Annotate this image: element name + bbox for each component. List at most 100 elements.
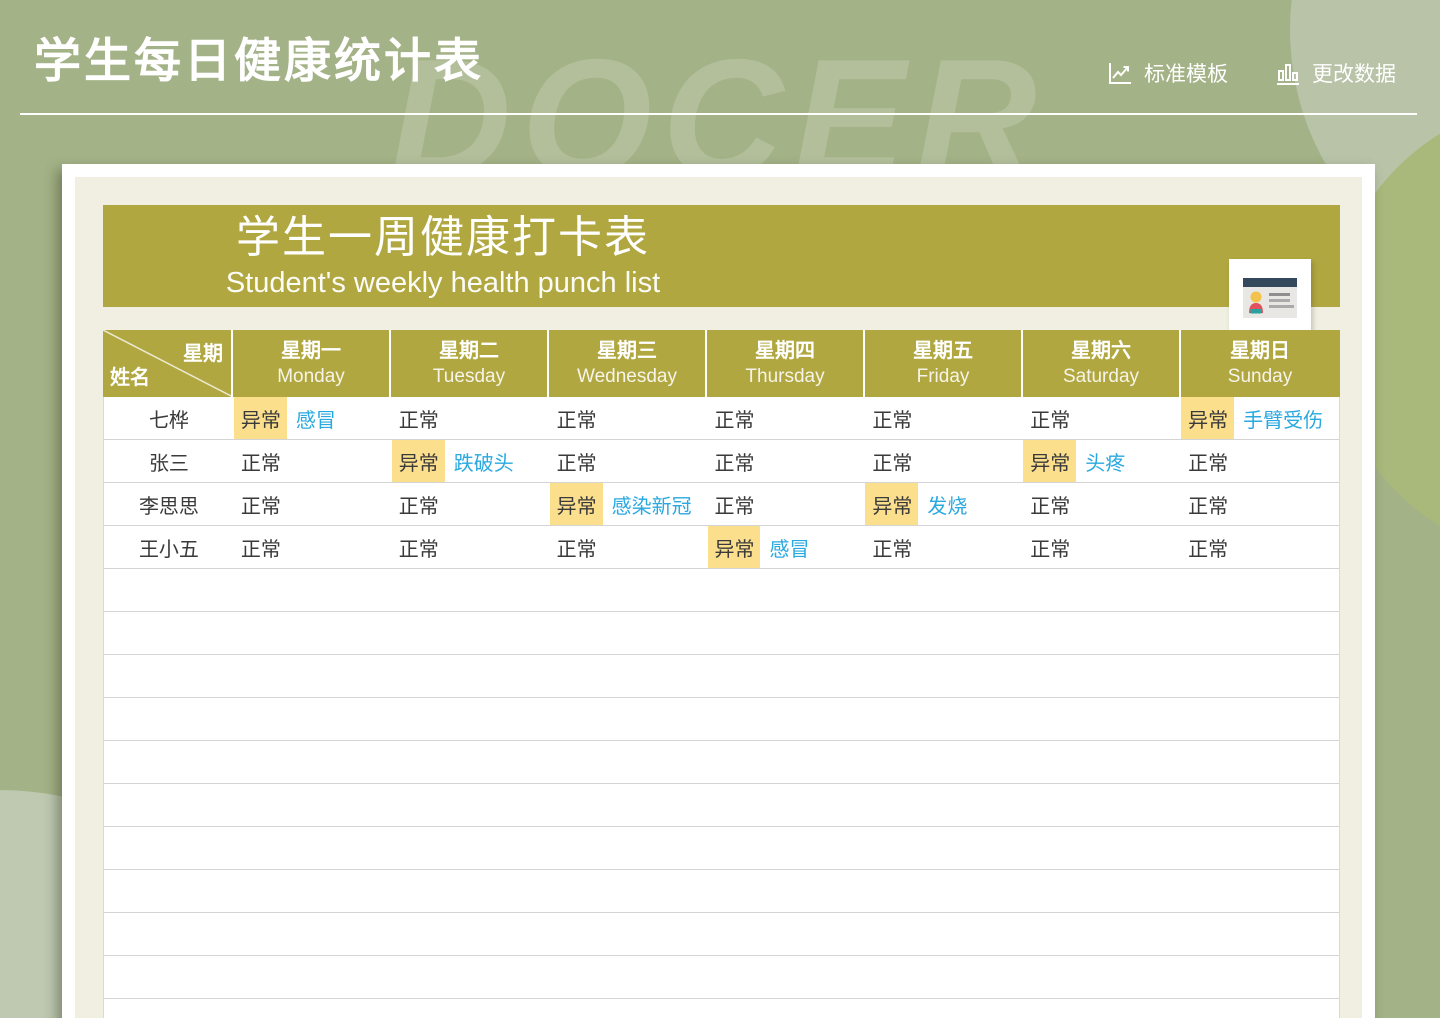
day-header-cell-2[interactable]: 星期二Tuesday bbox=[391, 330, 549, 397]
status-cell[interactable]: 正常 bbox=[708, 397, 761, 439]
note-cell[interactable] bbox=[918, 397, 1023, 439]
status-cell[interactable]: 正常 bbox=[234, 483, 287, 525]
note-cell[interactable] bbox=[760, 483, 865, 525]
note-cell[interactable] bbox=[1234, 526, 1339, 568]
status-cell[interactable]: 正常 bbox=[1181, 483, 1234, 525]
day-header-cell-4[interactable]: 星期四Thursday bbox=[707, 330, 865, 397]
note-cell[interactable] bbox=[603, 440, 708, 482]
day-header-cell-3[interactable]: 星期三Wednesday bbox=[549, 330, 707, 397]
status-cell[interactable]: 正常 bbox=[234, 440, 287, 482]
student-name-cell[interactable]: 李思思 bbox=[104, 483, 234, 525]
day-label-en: Saturday bbox=[1063, 364, 1139, 390]
note-cell[interactable] bbox=[918, 440, 1023, 482]
tool-button-label: 标准模板 bbox=[1144, 58, 1228, 88]
status-cell[interactable]: 正常 bbox=[550, 440, 603, 482]
empty-table-row[interactable] bbox=[104, 870, 1339, 913]
empty-table-row[interactable] bbox=[104, 698, 1339, 741]
note-cell[interactable]: 跌破头 bbox=[445, 440, 550, 482]
empty-table-row[interactable] bbox=[104, 569, 1339, 612]
status-cell[interactable]: 异常 bbox=[1023, 440, 1076, 482]
table-row: 李思思正常正常异常感染新冠正常异常发烧正常正常 bbox=[104, 483, 1339, 526]
standard-template-button[interactable]: 标准模板 bbox=[1106, 58, 1228, 88]
status-cell[interactable]: 异常 bbox=[865, 483, 918, 525]
day-header-cell-1[interactable]: 星期一Monday bbox=[233, 330, 391, 397]
student-name-cell[interactable]: 七桦 bbox=[104, 397, 234, 439]
day-label-zh: 星期日 bbox=[1230, 338, 1290, 364]
day-label-en: Sunday bbox=[1228, 364, 1292, 390]
day-label-en: Wednesday bbox=[577, 364, 677, 390]
table-row: 张三正常异常跌破头正常正常正常异常头疼正常 bbox=[104, 440, 1339, 483]
status-cell[interactable]: 正常 bbox=[550, 526, 603, 568]
change-data-button[interactable]: 更改数据 bbox=[1274, 58, 1396, 88]
toolbar: 标准模板 更改数据 bbox=[1106, 58, 1396, 88]
line-chart-icon bbox=[1106, 59, 1134, 87]
note-cell[interactable] bbox=[603, 526, 708, 568]
note-cell[interactable] bbox=[1234, 483, 1339, 525]
table-header-row: 星期 姓名 星期一Monday星期二Tuesday星期三Wednesday星期四… bbox=[103, 330, 1340, 397]
note-cell[interactable] bbox=[918, 526, 1023, 568]
page-title: 学生每日健康统计表 bbox=[34, 22, 484, 91]
note-cell[interactable] bbox=[287, 440, 392, 482]
note-cell[interactable] bbox=[1234, 440, 1339, 482]
status-cell[interactable]: 正常 bbox=[392, 526, 445, 568]
empty-table-row[interactable] bbox=[104, 655, 1339, 698]
note-cell[interactable] bbox=[287, 526, 392, 568]
status-cell[interactable]: 异常 bbox=[234, 397, 287, 439]
status-cell[interactable]: 正常 bbox=[550, 397, 603, 439]
note-cell[interactable]: 发烧 bbox=[918, 483, 1023, 525]
status-cell[interactable]: 正常 bbox=[392, 483, 445, 525]
status-cell[interactable]: 异常 bbox=[392, 440, 445, 482]
table-row: 七桦异常感冒正常正常正常正常正常异常手臂受伤 bbox=[104, 397, 1339, 440]
status-cell[interactable]: 正常 bbox=[234, 526, 287, 568]
note-cell[interactable] bbox=[445, 483, 550, 525]
empty-table-row[interactable] bbox=[104, 827, 1339, 870]
note-cell[interactable]: 感冒 bbox=[287, 397, 392, 439]
note-cell[interactable] bbox=[760, 440, 865, 482]
status-cell[interactable]: 正常 bbox=[1023, 526, 1076, 568]
empty-table-row[interactable] bbox=[104, 999, 1339, 1018]
empty-table-row[interactable] bbox=[104, 612, 1339, 655]
empty-table-row[interactable] bbox=[104, 956, 1339, 999]
status-cell[interactable]: 正常 bbox=[865, 440, 918, 482]
note-cell[interactable] bbox=[1076, 483, 1181, 525]
status-cell[interactable]: 异常 bbox=[708, 526, 761, 568]
status-cell[interactable]: 异常 bbox=[1181, 397, 1234, 439]
empty-table-row[interactable] bbox=[104, 784, 1339, 827]
note-cell[interactable] bbox=[287, 483, 392, 525]
empty-table-row[interactable] bbox=[104, 913, 1339, 956]
corner-header-cell[interactable]: 星期 姓名 bbox=[103, 330, 233, 397]
day-label-zh: 星期五 bbox=[913, 338, 973, 364]
note-cell[interactable] bbox=[1076, 526, 1181, 568]
empty-table-row[interactable] bbox=[104, 741, 1339, 784]
student-name-cell[interactable]: 王小五 bbox=[104, 526, 234, 568]
status-cell[interactable]: 正常 bbox=[708, 440, 761, 482]
note-cell[interactable]: 头疼 bbox=[1076, 440, 1181, 482]
status-cell[interactable]: 正常 bbox=[1023, 483, 1076, 525]
note-cell[interactable]: 感染新冠 bbox=[603, 483, 708, 525]
tool-button-label: 更改数据 bbox=[1312, 58, 1396, 88]
day-header-cell-7[interactable]: 星期日Sunday bbox=[1181, 330, 1339, 397]
table-row: 王小五正常正常正常异常感冒正常正常正常 bbox=[104, 526, 1339, 569]
status-cell[interactable]: 正常 bbox=[865, 526, 918, 568]
note-cell[interactable] bbox=[445, 526, 550, 568]
table-body: 七桦异常感冒正常正常正常正常正常异常手臂受伤张三正常异常跌破头正常正常正常异常头… bbox=[103, 397, 1340, 1018]
note-cell[interactable] bbox=[760, 397, 865, 439]
status-cell[interactable]: 正常 bbox=[1181, 526, 1234, 568]
note-cell[interactable] bbox=[1076, 397, 1181, 439]
page: DOCER 学生每日健康统计表 标准模板 更改数据 学生一周健康打 bbox=[0, 0, 1440, 1018]
status-cell[interactable]: 正常 bbox=[708, 483, 761, 525]
status-cell[interactable]: 正常 bbox=[392, 397, 445, 439]
status-cell[interactable]: 正常 bbox=[865, 397, 918, 439]
note-cell[interactable] bbox=[603, 397, 708, 439]
status-cell[interactable]: 异常 bbox=[550, 483, 603, 525]
note-cell[interactable]: 手臂受伤 bbox=[1234, 397, 1339, 439]
status-cell[interactable]: 正常 bbox=[1181, 440, 1234, 482]
note-cell[interactable]: 感冒 bbox=[760, 526, 865, 568]
status-cell[interactable]: 正常 bbox=[1023, 397, 1076, 439]
day-label-zh: 星期二 bbox=[439, 338, 499, 364]
day-label-zh: 星期三 bbox=[597, 338, 657, 364]
day-header-cell-5[interactable]: 星期五Friday bbox=[865, 330, 1023, 397]
student-name-cell[interactable]: 张三 bbox=[104, 440, 234, 482]
note-cell[interactable] bbox=[445, 397, 550, 439]
day-header-cell-6[interactable]: 星期六Saturday bbox=[1023, 330, 1181, 397]
